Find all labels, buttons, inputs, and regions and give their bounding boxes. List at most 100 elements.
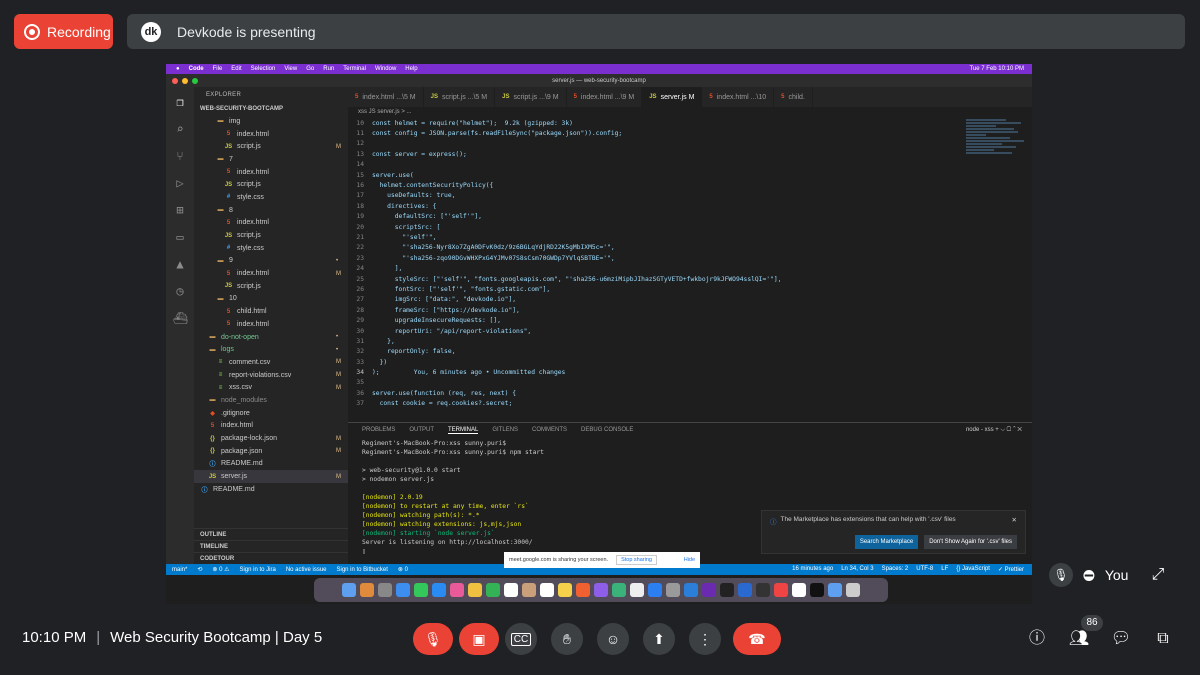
tree-item[interactable]: ▬ logs • xyxy=(194,343,348,356)
mail-icon[interactable] xyxy=(432,583,446,597)
tree-item[interactable]: 5 index.html M xyxy=(194,267,348,280)
code-line[interactable]: 20 scriptSrc: [ xyxy=(348,222,948,232)
system-preferences-icon[interactable] xyxy=(666,583,680,597)
activities-icon[interactable]: ⧉ xyxy=(1152,628,1174,650)
tree-item[interactable]: ≡ report-violations.csv M xyxy=(194,369,348,382)
code-line[interactable]: 15 server.use( xyxy=(348,170,948,180)
tree-item[interactable]: JS script.js xyxy=(194,280,348,293)
tree-item[interactable]: ⓘ README.md xyxy=(194,483,348,496)
tree-item[interactable]: ▬ node_modules xyxy=(194,394,348,407)
editor-tab[interactable]: 5 index.html ...\10 xyxy=(702,87,775,107)
code-line[interactable]: 21 "'self'", xyxy=(348,232,948,242)
code-line[interactable]: 36 server.use(function (req, res, next) { xyxy=(348,388,948,398)
code-line[interactable]: 30 reportUri: "/api/report-violations", xyxy=(348,326,948,336)
code-line[interactable]: 28 frameSrc: ["https://devkode.io"], xyxy=(348,305,948,315)
code-line[interactable]: 13 const server = express(); xyxy=(348,149,948,159)
mongodb-icon[interactable] xyxy=(756,583,770,597)
code-line[interactable]: 19 defaultSrc: ["'self'"], xyxy=(348,212,948,222)
editor-tab[interactable]: JS server.js M xyxy=(642,87,703,107)
tree-item[interactable]: ≡ comment.csv M xyxy=(194,356,348,369)
editor-tab[interactable]: 5 index.html ...\9 M xyxy=(567,87,643,107)
more-options-button[interactable]: ⋮ xyxy=(689,623,721,655)
tree-item[interactable]: 5 index.html xyxy=(194,420,348,433)
code-line[interactable]: 31 }, xyxy=(348,336,948,346)
tree-item[interactable]: # style.css xyxy=(194,242,348,255)
search-marketplace-button[interactable]: Search Marketplace xyxy=(854,535,919,549)
tree-item[interactable]: ◆ .gitignore xyxy=(194,407,348,420)
terminal-icon[interactable] xyxy=(810,583,824,597)
leave-call-button[interactable]: ☎ xyxy=(733,623,781,655)
code-line[interactable]: 35 xyxy=(348,378,948,388)
code-line[interactable]: 22 "'sha256-Nyr8Xo7ZgA0DFvK0dz/9z6BGLqYd… xyxy=(348,243,948,253)
tab-problems[interactable]: PROBLEMS xyxy=(362,427,395,433)
tree-item[interactable]: 5 index.html xyxy=(194,128,348,141)
finder-icon[interactable] xyxy=(342,583,356,597)
code-line[interactable]: 25 styleSrc: ["'self'", "fonts.googleapi… xyxy=(348,274,948,284)
expand-icon[interactable]: ⤢ xyxy=(1149,566,1167,584)
music-icon[interactable] xyxy=(576,583,590,597)
terminal-selector[interactable]: node - xss + ⌵ ▢ ⌃ ✕ xyxy=(966,427,1032,434)
editor-tab[interactable]: 5 index.html ...\5 M xyxy=(348,87,424,107)
downloads-icon[interactable] xyxy=(828,583,842,597)
tree-item[interactable]: ▬ do-not-open • xyxy=(194,331,348,344)
tab-debug-console[interactable]: DEBUG CONSOLE xyxy=(581,427,633,433)
tree-item[interactable]: ▬ img xyxy=(194,115,348,128)
tree-item[interactable]: JS server.js M xyxy=(194,470,348,483)
editor-tab[interactable]: JS script.js ...\9 M xyxy=(495,87,567,107)
code-line[interactable]: 12 xyxy=(348,139,948,149)
editor-tab[interactable]: 5 child. xyxy=(774,87,813,107)
tab-output[interactable]: OUTPUT xyxy=(409,427,434,433)
code-line[interactable]: 33 }) xyxy=(348,357,948,367)
tab-gitlens[interactable]: GITLENS xyxy=(492,427,518,433)
tree-item[interactable]: 5 index.html xyxy=(194,318,348,331)
contacts-icon[interactable] xyxy=(522,583,536,597)
code-line[interactable]: 11 const config = JSON.parse(fs.readFileS… xyxy=(348,128,948,138)
podcasts-icon[interactable] xyxy=(594,583,608,597)
dont-show-again-button[interactable]: Don't Show Again for '.csv' files xyxy=(924,535,1017,549)
present-button[interactable]: ⬆ xyxy=(643,623,675,655)
facetime-icon[interactable] xyxy=(486,583,500,597)
tab-comments[interactable]: COMMENTS xyxy=(532,427,567,433)
people-icon[interactable]: 👥︎ xyxy=(1068,628,1090,650)
code-line[interactable]: 10 const helmet = require("helmet"); 9.2k… xyxy=(348,118,948,128)
recording-indicator[interactable]: Recording xyxy=(14,14,113,49)
camera-button[interactable]: ▣ xyxy=(459,623,499,655)
tree-item[interactable]: JS script.js xyxy=(194,178,348,191)
code-line[interactable]: 23 "'sha256-zqo90DGvWHXPxG4YJMv07S8sCsm7… xyxy=(348,253,948,263)
tree-item[interactable]: ▬ 10 xyxy=(194,293,348,306)
safari-icon[interactable] xyxy=(396,583,410,597)
stop-sharing-button[interactable]: Stop sharing xyxy=(616,555,657,565)
code-line[interactable]: 16 helmet.contentSecurityPolicy({ xyxy=(348,180,948,190)
slack-icon[interactable] xyxy=(702,583,716,597)
close-icon[interactable]: ✕ xyxy=(1012,516,1017,526)
code-line[interactable]: 17 useDefaults: true, xyxy=(348,191,948,201)
tree-item[interactable]: ▬ 7 xyxy=(194,153,348,166)
reactions-button[interactable]: ☺ xyxy=(597,623,629,655)
tree-item[interactable]: 5 index.html xyxy=(194,166,348,179)
tree-item[interactable]: # style.css xyxy=(194,191,348,204)
tree-item[interactable]: ≡ xss.csv M xyxy=(194,381,348,394)
raise-hand-button[interactable]: ✋︎ xyxy=(551,623,583,655)
notes-icon[interactable] xyxy=(558,583,572,597)
code-line[interactable]: 27 imgSrc: ["data:", "devkode.io"], xyxy=(348,295,948,305)
hide-share-bar-button[interactable]: Hide xyxy=(684,557,695,563)
code-line[interactable]: 26 fontSrc: ["'self'", "fonts.gstatic.co… xyxy=(348,284,948,294)
code-line[interactable]: 37 const cookie = req.cookies?.secret; xyxy=(348,399,948,409)
numbers-icon[interactable] xyxy=(612,583,626,597)
mic-button[interactable]: 🎙︎ xyxy=(413,623,453,655)
code-line[interactable]: 14 xyxy=(348,160,948,170)
code-line[interactable]: 32 reportOnly: false, xyxy=(348,347,948,357)
slack-app-icon[interactable] xyxy=(792,583,806,597)
settings-app-icon[interactable] xyxy=(378,583,392,597)
maps-icon[interactable] xyxy=(450,583,464,597)
editor-tab[interactable]: JS script.js ...\5 M xyxy=(424,87,496,107)
pages-icon[interactable] xyxy=(630,583,644,597)
vscode-icon[interactable] xyxy=(738,583,752,597)
chat-icon[interactable]: 💬︎ xyxy=(1110,628,1132,650)
tree-item[interactable]: ⓘ README.md xyxy=(194,458,348,471)
tree-item[interactable]: ▬ 8 xyxy=(194,204,348,217)
tree-item[interactable]: {} package-lock.json M xyxy=(194,432,348,445)
trash-icon[interactable] xyxy=(846,583,860,597)
tab-terminal[interactable]: TERMINAL xyxy=(448,427,479,434)
launchpad-icon[interactable] xyxy=(360,583,374,597)
